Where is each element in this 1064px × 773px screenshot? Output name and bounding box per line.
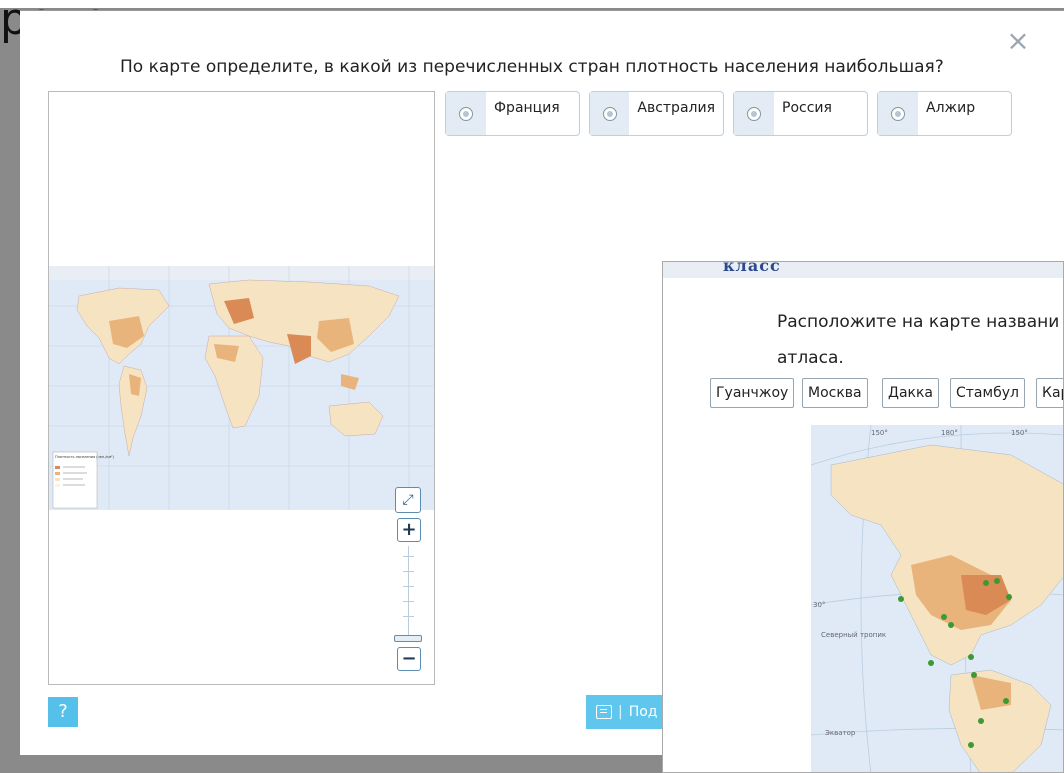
question-line-2: атласа. [777,348,844,368]
map-legend-title: Плотность населения (чел./км²) [55,455,115,459]
map-viewer[interactable]: Плотность населения (чел./км²) [48,91,435,685]
radio-icon[interactable] [891,106,905,121]
lat-label: 30° [813,601,825,609]
zoom-tick [403,571,414,572]
option-label: Россия [782,100,832,116]
zoom-tick [403,556,414,557]
americas-map[interactable]: Северный тропик Экватор 30° 150° 180° 15… [811,425,1064,773]
radio-icon[interactable] [602,106,617,121]
radio-icon[interactable] [459,106,473,121]
lon-label: 180° [941,429,958,437]
option-france[interactable]: Франция [445,91,580,136]
zoom-tick [403,616,414,617]
background-strip [0,0,1064,8]
radio-area[interactable] [446,92,486,135]
radio-area[interactable] [590,92,630,135]
question-text: По карте определите, в какой из перечисл… [120,57,944,77]
submit-label: Под [628,704,658,720]
radio-area[interactable] [734,92,774,135]
lon-label: 150° [871,429,888,437]
chip-moscow[interactable]: Москва [802,378,868,408]
equator-label: Экватор [825,729,856,737]
help-button[interactable]: ? [48,697,78,727]
background-header-word: класс [723,261,781,275]
option-australia[interactable]: Австралия [589,91,724,136]
radio-area[interactable] [878,92,918,135]
tropic-label: Северный тропик [821,631,886,639]
lon-label: 150° [1011,429,1028,437]
question-text: Расположите на карте названи атласа. [777,304,1059,376]
zoom-slider-track[interactable] [408,546,409,639]
zoom-slider-handle[interactable] [394,635,422,642]
close-icon[interactable]: × [1004,27,1032,55]
option-algeria[interactable]: Алжир [877,91,1012,136]
option-label: Алжир [926,100,976,116]
chip-guangzhou[interactable]: Гуанчжоу [710,378,795,408]
radio-icon[interactable] [747,106,761,121]
zoom-tick [403,586,414,587]
chip-dhaka[interactable]: Дакка [882,378,940,408]
option-russia[interactable]: Россия [733,91,868,136]
world-population-density-map: Плотность населения (чел./км²) [49,266,434,510]
zoom-out-button[interactable]: − [397,647,421,671]
zoom-tick [403,601,414,602]
fullscreen-icon[interactable]: ⤢ [395,487,421,513]
comment-icon [596,705,612,719]
question-line-1: Расположите на карте названи [777,312,1060,332]
second-task-dialog: класс Расположите на карте названи атлас… [662,261,1064,773]
zoom-in-button[interactable]: + [397,518,421,542]
option-label: Австралия [637,100,715,116]
chip-karachi[interactable]: Кар [1036,378,1063,408]
chip-istanbul[interactable]: Стамбул [950,378,1025,408]
option-label: Франция [494,100,560,116]
divider: | [618,704,623,720]
